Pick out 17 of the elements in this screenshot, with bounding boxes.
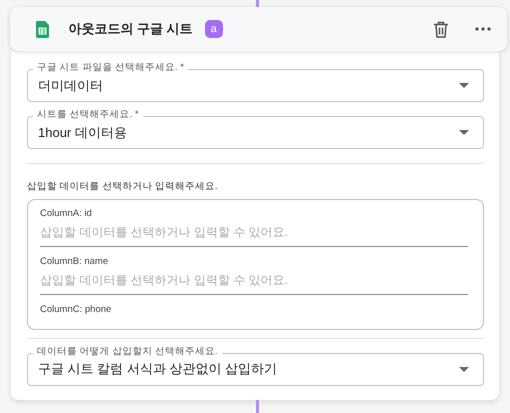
- card-title: 아웃코드의 구글 시트: [68, 20, 193, 38]
- input-field[interactable]: 삽입할 데이터를 선택하거나 입력할 수 있어요.: [40, 272, 468, 295]
- badge: a: [204, 20, 223, 38]
- column-label: ColumnA: id: [40, 208, 93, 219]
- column-label: ColumnC: phone: [40, 304, 112, 315]
- spreadsheet-icon: [36, 20, 48, 38]
- section-label: 삽입할 데이터를 선택하거나 입력해주세요.: [27, 180, 219, 193]
- delete-button[interactable]: [432, 20, 448, 38]
- field-label: 데이터를 어떻게 삽입할지 선택해주세요.: [33, 346, 222, 358]
- more-button[interactable]: [474, 27, 490, 31]
- caret-icon: [459, 366, 469, 372]
- input-field[interactable]: 삽입할 데이터를 선택하거나 입력할 수 있어요.: [40, 224, 468, 247]
- column-label: ColumnB: name: [40, 256, 110, 267]
- field-label: 시트를 선택해주세요. *: [33, 109, 143, 121]
- field-label: 구글 시트 파일을 선택해주세요. *: [33, 62, 188, 74]
- caret-icon: [459, 83, 469, 88]
- caret-icon: [459, 130, 469, 135]
